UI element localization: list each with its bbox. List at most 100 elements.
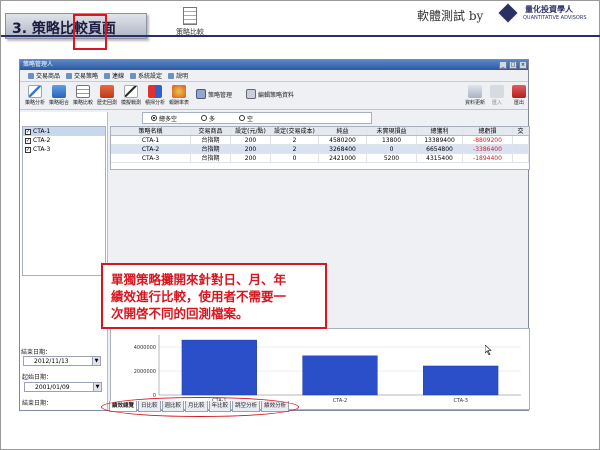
return-icon <box>172 85 186 98</box>
table-cell <box>513 154 529 162</box>
toolbar-data-update[interactable]: 資料更新 <box>464 84 486 108</box>
radio-dot <box>151 115 157 121</box>
table-cell: 200 <box>231 136 271 144</box>
list-item[interactable]: ✓ CTA-2 <box>23 136 105 145</box>
table-cell: 2 <box>271 136 319 144</box>
maximize-button[interactable]: □ <box>509 61 517 69</box>
menu-item-settings[interactable]: 系統設定 <box>130 71 162 80</box>
menu-item-help[interactable]: 說明 <box>168 71 188 80</box>
checkbox[interactable]: ✓ <box>25 137 31 144</box>
start-date-value: 2001/01/09 <box>35 384 70 391</box>
toolbar-label: 積掃分析 <box>144 100 165 106</box>
table-header: 策略名稱 交易商品 設定(元/點) 設定(交易成本) 純益 未實現損益 總獲利 … <box>111 127 529 136</box>
bar <box>423 365 499 396</box>
simulation-icon <box>124 85 138 98</box>
toolbar-label: 策略比較 <box>72 100 93 106</box>
radio-long[interactable]: 多 <box>201 114 215 123</box>
toolbar-sweep-analysis[interactable]: 積掃分析 <box>144 84 166 108</box>
chevron-down-icon[interactable]: ▼ <box>93 383 101 391</box>
table-cell: 4580200 <box>319 136 367 144</box>
toolbar-return-table[interactable]: 報酬率表 <box>168 84 190 108</box>
menu-bar: 交易商品 交易策略 連線 系統設定 說明 <box>20 70 528 82</box>
import-icon <box>490 85 504 98</box>
menu-label: 交易策略 <box>74 73 99 80</box>
list-item[interactable]: ✓ CTA-3 <box>23 145 105 154</box>
window-title-bar: 策略管理人 _ □ × <box>20 60 528 70</box>
y-tick-label: 2000000 <box>134 369 156 375</box>
x-tick-label: CTA-3 <box>453 398 467 404</box>
table-row[interactable]: CTA-2 台指期 200 2 3268400 0 6654800 -33864… <box>111 145 529 154</box>
mouse-cursor-icon <box>485 345 492 355</box>
table-cell: 6654800 <box>417 145 463 153</box>
table-cell: 台指期 <box>191 154 231 162</box>
toolbar-label: 策略組合 <box>48 100 69 106</box>
table-row[interactable]: CTA-1 台指期 200 2 4580200 13800 13389400 -… <box>111 136 529 145</box>
column-header[interactable]: 總虧損 <box>463 127 513 135</box>
toolbar-simulation[interactable]: 模擬戰測 <box>120 84 142 108</box>
x-tick-label: CTA-2 <box>333 398 347 404</box>
table-row[interactable]: CTA-3 台指期 200 0 2421000 5200 4315400 -18… <box>111 154 529 163</box>
close-button[interactable]: × <box>519 61 527 69</box>
menu-item-connect[interactable]: 連線 <box>104 71 124 80</box>
column-header[interactable]: 純益 <box>319 127 367 135</box>
toolbar-export[interactable]: 匯出 <box>508 84 530 108</box>
toolbar-edit-strategy[interactable]: 編輯策略資料 <box>246 89 294 99</box>
strategy-compare-top-icon: 策略比較 <box>173 7 207 43</box>
toolbar: 策略分析 策略組合 策略比較 歷史回測 模擬戰測 積掃分析 報酬率表 策略管理 … <box>20 82 528 110</box>
chevron-down-icon[interactable]: ▼ <box>92 357 100 365</box>
end-date-value: 2012/11/13 <box>34 358 69 365</box>
start-date-field[interactable]: 2001/01/09 ▼ <box>24 382 102 392</box>
column-header[interactable]: 策略名稱 <box>111 127 191 135</box>
column-header[interactable]: 交 <box>513 127 529 135</box>
column-header[interactable]: 交易商品 <box>191 127 231 135</box>
line-chart-icon <box>28 85 42 98</box>
table-cell: CTA-3 <box>111 154 191 162</box>
end-date-label: 結束日期： <box>21 349 52 356</box>
table-cell: CTA-1 <box>111 136 191 144</box>
radio-dot <box>201 115 208 121</box>
callout-line: 單獨策略攤開來針對日、月、年 <box>111 272 287 287</box>
toolbar-label: 匯入 <box>491 100 502 106</box>
toolbar-strategy-compare[interactable]: 策略比較 <box>72 84 94 108</box>
toolbar-history-backtest[interactable]: 歷史回測 <box>96 84 118 108</box>
end-date-field[interactable]: 2012/11/13 ▼ <box>23 356 101 366</box>
logo-en: QUANTITATIVE ADVISORS <box>523 15 587 21</box>
minimize-button[interactable]: _ <box>499 61 507 69</box>
sweep-icon <box>148 85 162 98</box>
logo: 量化投資學人 QUANTITATIVE ADVISORS <box>493 3 599 27</box>
callout-line: 次開啓不同的回測檔案。 <box>111 306 249 321</box>
bar <box>302 355 378 396</box>
radio-short[interactable]: 空 <box>239 114 253 123</box>
radio-label: 多 <box>209 115 216 123</box>
checkbox[interactable]: ✓ <box>25 128 31 135</box>
toolbar-import[interactable]: 匯入 <box>486 84 508 108</box>
strategy-name: CTA-1 <box>33 128 51 135</box>
document-icon <box>183 7 197 25</box>
menu-item-strategies[interactable]: 交易策略 <box>66 71 98 80</box>
toolbar-strategy-manage[interactable]: 策略管理 <box>196 89 232 99</box>
column-header[interactable]: 未實現損益 <box>367 127 417 135</box>
end-date-label: 結束日期： <box>22 400 53 407</box>
menu-label: 說明 <box>176 73 189 80</box>
column-header[interactable]: 設定(交易成本) <box>271 127 319 135</box>
toolbar-strategy-portfolio[interactable]: 策略組合 <box>48 84 70 108</box>
menu-item-products[interactable]: 交易商品 <box>28 71 60 80</box>
products-icon <box>28 72 34 79</box>
table-cell: -8809200 <box>463 136 513 144</box>
main-panel: 總多空 多 空 策略名稱 交易商品 設定(元/點) 設定(交易成本) 純益 未實… <box>110 112 530 410</box>
checkbox[interactable]: ✓ <box>25 146 31 153</box>
radio-all[interactable]: 總多空 <box>151 114 177 123</box>
export-icon <box>512 85 526 98</box>
table-cell <box>513 145 529 153</box>
toolbar-label: 匯出 <box>513 100 524 106</box>
column-header[interactable]: 設定(元/點) <box>231 127 271 135</box>
portfolio-icon <box>52 85 66 98</box>
list-item[interactable]: ✓ CTA-1 <box>23 127 105 136</box>
column-header[interactable]: 總獲利 <box>417 127 463 135</box>
manage-icon <box>196 89 206 99</box>
table-cell: 0 <box>271 154 319 162</box>
toolbar-strategy-analysis[interactable]: 策略分析 <box>24 84 46 108</box>
toolbar-label: 報酬率表 <box>168 100 189 106</box>
highlight-box <box>73 14 107 50</box>
table-cell: 3268400 <box>319 145 367 153</box>
